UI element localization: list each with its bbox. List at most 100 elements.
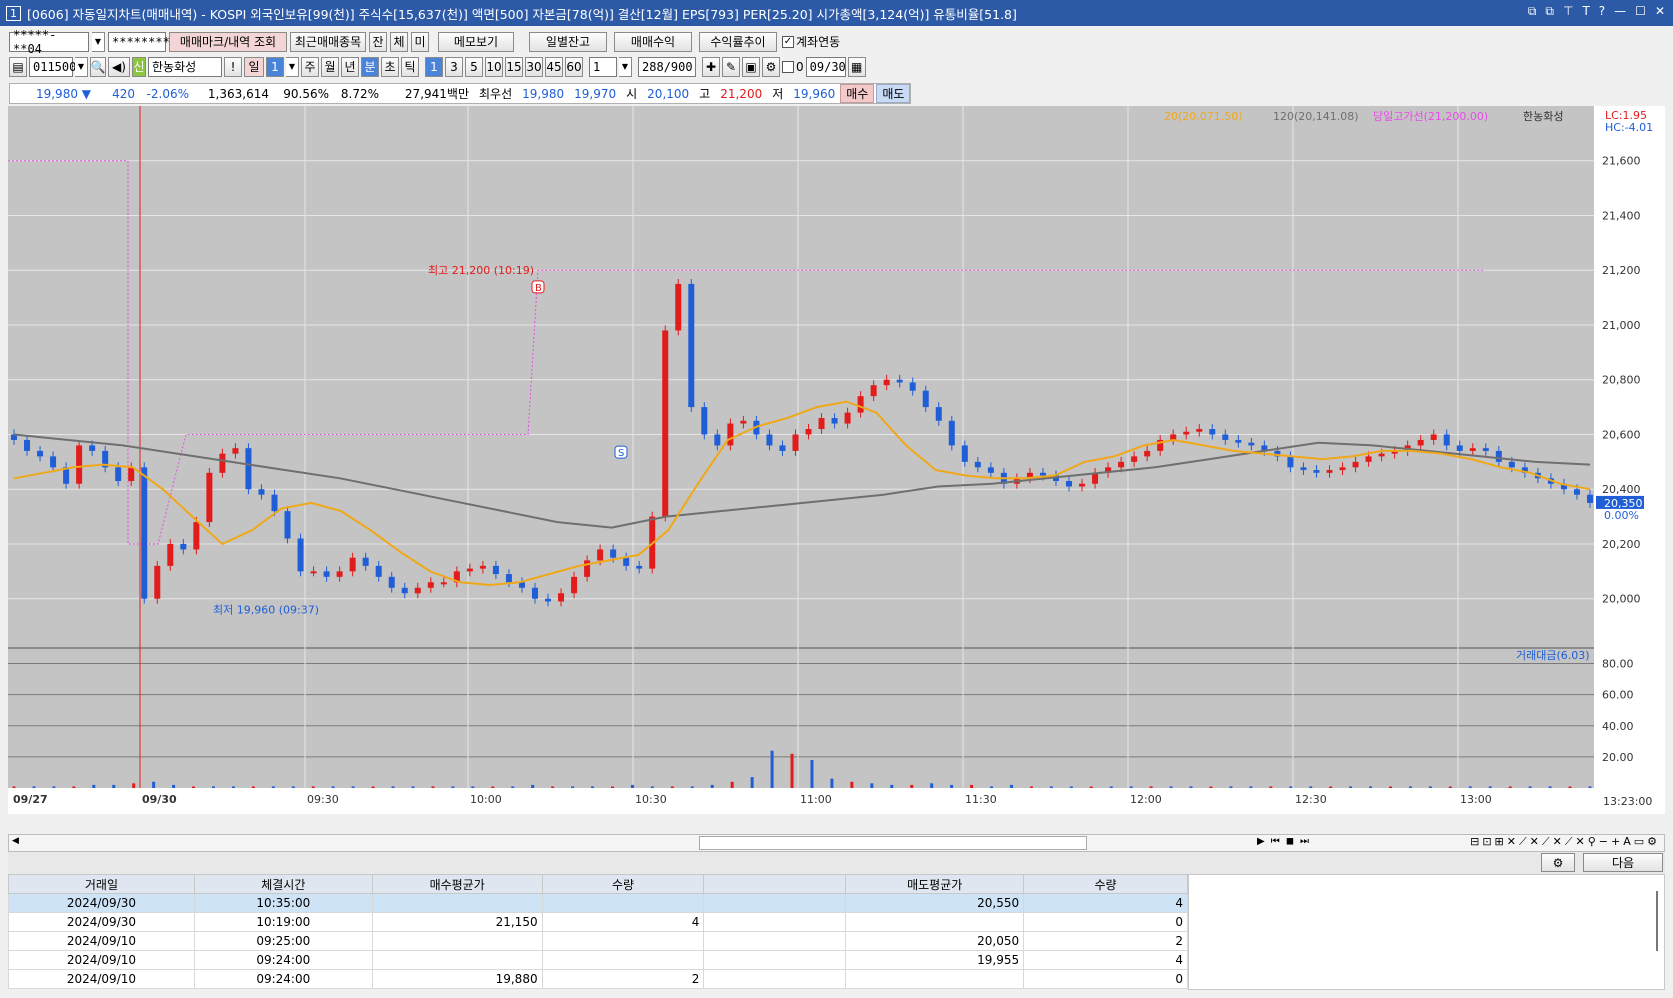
unfilled-button[interactable]: 미: [411, 31, 429, 52]
trade-mark-button[interactable]: 매매마크/내역 조회: [169, 31, 287, 52]
stock-code-field[interactable]: 011500: [29, 56, 76, 77]
close-icon[interactable]: ✕: [1655, 4, 1665, 19]
cell-sell-qty: 0: [1023, 969, 1188, 989]
candle-body: [779, 445, 786, 451]
volume-bar: [1329, 786, 1333, 788]
cell-time: 10:35:00: [193, 893, 373, 913]
scroll-thumb[interactable]: [699, 836, 1087, 850]
period-minute-button[interactable]: 분: [361, 56, 379, 77]
period-year-button[interactable]: 년: [341, 56, 359, 77]
search-icon[interactable]: 🔍: [90, 56, 106, 77]
interval-10-button[interactable]: 10: [485, 56, 503, 77]
panel-scrollbar[interactable]: [1656, 891, 1658, 951]
account-field[interactable]: *****-**04: [9, 28, 89, 56]
date-field[interactable]: 09/30: [805, 56, 846, 77]
filled-button[interactable]: 체: [390, 31, 408, 52]
font-icon[interactable]: T: [1582, 4, 1589, 19]
maximize-icon[interactable]: ☐: [1635, 4, 1646, 19]
interval-60-button[interactable]: 60: [565, 56, 583, 77]
stock-name-field[interactable]: 한농화성: [148, 56, 222, 77]
table-row[interactable]: 2024/09/30 10:35:00 20,550 4: [8, 893, 1188, 913]
table-row[interactable]: 2024/09/30 10:19:00 21,150 4 0: [8, 912, 1188, 932]
cell-buy-avg: [371, 950, 543, 970]
daily-balance-button[interactable]: 일별잔고: [529, 31, 607, 52]
crosshair-icon[interactable]: ✚: [702, 56, 720, 77]
account-link-checkbox[interactable]: ✓ 계좌연동: [782, 33, 840, 50]
time-tick-label: 11:00: [800, 793, 832, 806]
interval-1-button[interactable]: 1: [425, 56, 443, 77]
volume-bar: [1349, 786, 1353, 788]
speaker-icon[interactable]: ◀): [108, 56, 130, 77]
price-chart[interactable]: 20,000 20,200 20,400 20,600 20,800 21,000 21,2…: [8, 106, 1665, 814]
interval-15-button[interactable]: 15: [505, 56, 523, 77]
scroll-left-icon[interactable]: ◀: [12, 836, 19, 846]
buy-button[interactable]: 매수: [840, 84, 875, 103]
cell-time: 09:25:00: [193, 931, 373, 951]
period-day-button[interactable]: 일: [244, 56, 264, 77]
trade-profit-button[interactable]: 매매수익: [614, 31, 692, 52]
settings-icon[interactable]: ⚙: [1541, 853, 1575, 872]
gear-icon[interactable]: ⚙: [762, 56, 780, 77]
period-tick-button[interactable]: 틱: [401, 56, 419, 77]
password-field[interactable]: ********: [108, 31, 170, 52]
chevron-down-icon[interactable]: ▼: [92, 31, 105, 52]
alert-button[interactable]: !: [224, 56, 242, 77]
table-row[interactable]: 2024/09/10 09:25:00 20,050 2: [8, 931, 1188, 951]
chevron-down-icon[interactable]: ▼: [75, 56, 88, 77]
view-count-field[interactable]: 288/900: [638, 56, 696, 77]
drawing-tool-icons[interactable]: ⊟⊡⊞✕⟋✕⟋✕⟋✕⚲−+A▭⚙: [1470, 835, 1660, 849]
profit-trend-button[interactable]: 수익률추이: [699, 31, 777, 52]
candle-body: [154, 565, 161, 599]
pin-icon[interactable]: ⊤: [1563, 4, 1573, 19]
candle-body: [388, 576, 395, 588]
interval-45-button[interactable]: 45: [545, 56, 563, 77]
volume-bar: [1568, 786, 1572, 788]
period-second-button[interactable]: 초: [381, 56, 399, 77]
layout-icon[interactable]: ▤: [9, 56, 27, 77]
col-sell-qty[interactable]: 수량: [1023, 874, 1188, 894]
candle-body: [1039, 472, 1046, 476]
interval-5-button[interactable]: 5: [465, 56, 483, 77]
memo-button[interactable]: 메모보기: [438, 31, 514, 52]
chevron-down-icon[interactable]: ▼: [619, 56, 632, 77]
zero-label: 0: [796, 59, 804, 74]
interval-count-field[interactable]: 1: [589, 56, 617, 77]
col-sell-avg[interactable]: 매도평균가: [845, 874, 1025, 894]
interval-3-button[interactable]: 3: [445, 56, 463, 77]
volume-bar: [790, 753, 794, 788]
check-icon[interactable]: ✓: [782, 35, 794, 48]
col-empty: [703, 874, 847, 894]
col-exec-time[interactable]: 체결시간: [193, 874, 373, 894]
recent-trade-button[interactable]: 최근매매종목: [290, 31, 366, 52]
calendar-icon[interactable]: ▦: [847, 56, 866, 77]
help-icon[interactable]: ?: [1599, 4, 1605, 19]
candle-body: [297, 538, 304, 572]
period-week-button[interactable]: 주: [301, 56, 319, 77]
balance-button[interactable]: 잔: [369, 31, 387, 52]
chart-area[interactable]: 20,000 20,200 20,400 20,600 20,800 21,000 21,2…: [8, 106, 1665, 814]
copy-icon[interactable]: ⧉: [1545, 4, 1554, 19]
candle-body: [1079, 483, 1086, 487]
period-day-count[interactable]: 1: [266, 56, 284, 77]
col-buy-avg[interactable]: 매수평균가: [371, 874, 543, 894]
draw-icon[interactable]: ✎: [722, 56, 740, 77]
playback-icons[interactable]: ▶⏮◼⏭: [1257, 836, 1315, 847]
buy-marker[interactable]: B: [531, 280, 545, 294]
chart-scrollbar[interactable]: ◀ ▶⏮◼⏭ ⊟⊡⊞✕⟋✕⟋✕⟋✕⚲−+A▭⚙: [8, 834, 1665, 852]
period-month-button[interactable]: 월: [321, 56, 339, 77]
table-row[interactable]: 2024/09/10 09:24:00 19,955 4: [8, 950, 1188, 970]
chevron-down-icon[interactable]: ▼: [286, 56, 299, 77]
minimize-icon[interactable]: —: [1614, 4, 1626, 19]
interval-30-button[interactable]: 30: [525, 56, 543, 77]
zero-checkbox[interactable]: [782, 60, 794, 73]
col-buy-qty[interactable]: 수량: [541, 874, 705, 894]
candle-body: [1365, 456, 1372, 462]
volume-bar: [1269, 786, 1273, 788]
next-button[interactable]: 다음: [1583, 853, 1663, 872]
sell-button[interactable]: 매도: [876, 84, 911, 103]
sell-marker[interactable]: S: [614, 445, 628, 459]
col-trade-date[interactable]: 거래일: [8, 874, 195, 894]
save-icon[interactable]: ▣: [742, 56, 760, 77]
table-row[interactable]: 2024/09/10 09:24:00 19,880 2 0: [8, 969, 1188, 989]
link-icon[interactable]: ⧉: [1528, 4, 1537, 19]
